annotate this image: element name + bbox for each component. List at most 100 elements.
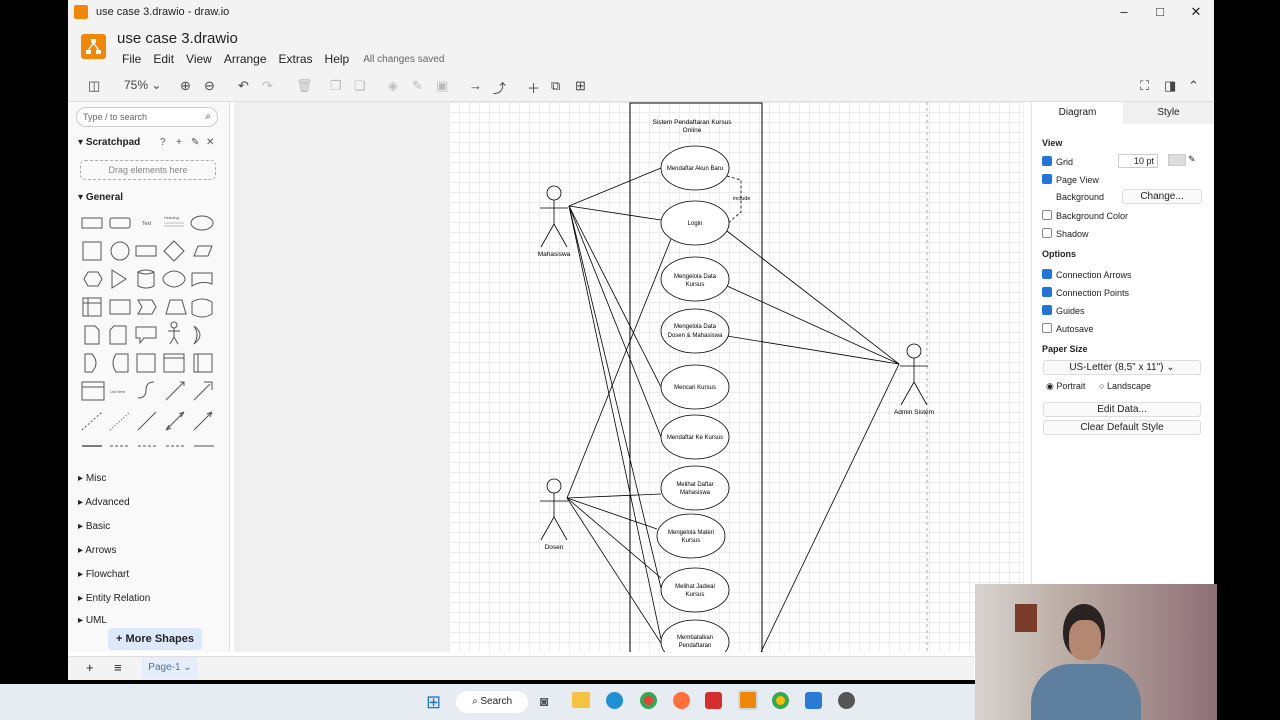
actor-mahasiswa[interactable] [540,185,568,248]
line-color-icon[interactable]: ✎ [412,78,423,94]
scratchpad-drop-zone[interactable]: Drag elements here [80,160,216,180]
firefox-icon[interactable] [673,692,690,709]
page-tab[interactable]: Page-1 ⌄ [142,657,198,679]
usecase-mengelola-data-dosen-mahasiswa[interactable] [660,308,730,354]
edit-data-button[interactable]: Edit Data... [1043,402,1201,417]
tab-diagram[interactable]: Diagram [1032,102,1123,124]
more-shapes-button[interactable]: + More Shapes [108,628,202,650]
menu-edit[interactable]: Edit [153,52,174,66]
collapse-icon[interactable]: ⌃ [1188,78,1199,94]
chrome-icon[interactable] [640,692,657,709]
actor-admin-sistem[interactable] [900,343,928,406]
assoc-dosen-batal[interactable] [566,497,662,644]
connection-arrow-icon[interactable]: → [469,78,482,93]
scratchpad-help-icon[interactable]: ? [160,137,166,148]
insert-icon[interactable]: ＋ [527,78,540,97]
photos-app-icon[interactable] [805,692,822,709]
to-back-icon[interactable]: ❏ [354,78,366,94]
guides-checkbox[interactable]: Guides [1042,305,1085,316]
document-name[interactable]: use case 3.drawio [117,30,238,47]
clear-default-style-button[interactable]: Clear Default Style [1043,420,1201,435]
assoc-dosen-materi[interactable] [566,497,658,530]
maximize-button[interactable]: □ [1142,4,1178,20]
shadow-icon[interactable]: ▣ [436,78,448,94]
zoom-out-icon[interactable]: ⊖ [204,78,215,94]
tab-style[interactable]: Style [1123,102,1214,124]
shadow-checkbox[interactable]: Shadow [1042,228,1089,239]
chrome-profile-icon[interactable] [772,692,789,709]
assoc-mahasiswa-jadwal[interactable] [568,205,662,589]
grid-color-edit-icon[interactable]: ✎ [1188,154,1196,165]
zoom-in-icon[interactable]: ⊕ [180,78,191,94]
assoc-admin-bottom[interactable] [760,363,900,652]
menu-help[interactable]: Help [325,52,350,66]
format-panel-toggle-icon[interactable]: ◫ [88,78,100,94]
grid-size-input[interactable]: 10 pt [1118,154,1158,168]
panel-toggle-icon[interactable]: ◨ [1164,78,1176,94]
pages-menu-icon[interactable]: ≡ [114,660,122,675]
to-front-icon[interactable]: ❐ [330,78,342,94]
delete-icon[interactable]: 🗑 [296,78,313,94]
section-misc[interactable]: ▸ Misc [78,473,106,484]
actor-dosen[interactable] [540,478,568,541]
waypoints-icon[interactable]: ⤴ [493,78,506,97]
assoc-mahasiswa-cari[interactable] [568,205,662,388]
assoc-mahasiswa-daftar[interactable] [568,167,662,207]
add-page-icon[interactable]: + [86,660,94,675]
diagram-page[interactable]: Sistem Pendaftaran Kursus Online include… [449,102,1023,652]
general-header[interactable]: ▾ General [78,192,123,203]
use-case-diagram[interactable]: Sistem Pendaftaran Kursus Online include… [449,102,1023,652]
usecase-mengelola-materi-kursus[interactable] [656,513,726,559]
pdf-app-icon[interactable] [705,692,722,709]
shapes-icon[interactable]: ⧉ [551,78,560,94]
undo-icon[interactable]: ↶ [238,78,249,94]
landscape-radio[interactable]: ○ Landscape [1099,381,1151,391]
scratchpad-edit-icon[interactable]: ✎ [191,137,199,148]
section-basic[interactable]: ▸ Basic [78,521,110,532]
fill-color-icon[interactable]: ◈ [388,78,398,94]
diagram-canvas[interactable]: Sistem Pendaftaran Kursus Online include… [234,102,1024,652]
section-uml[interactable]: ▸ UML [78,615,107,626]
scratchpad-close-icon[interactable]: ✕ [206,137,214,148]
grid-checkbox[interactable]: Grid [1042,156,1073,167]
edge-icon[interactable] [606,692,623,709]
connection-arrows-checkbox[interactable]: Connection Arrows [1042,269,1132,280]
menu-file[interactable]: File [122,52,141,66]
portrait-radio[interactable]: ◉ Portrait [1046,381,1085,392]
autosave-checkbox[interactable]: Autosave [1042,323,1094,334]
camera-app-icon[interactable]: ◙ [540,693,548,709]
scratchpad-header[interactable]: ▾ Scratchpad [78,137,140,148]
usecase-melihat-jadwal-kursus[interactable] [660,567,730,613]
fullscreen-icon[interactable]: ⛶ [1140,78,1149,94]
zoom-select[interactable]: 75% ⌄ [124,78,161,92]
assoc-admin-dosen-mahasiswa[interactable] [726,335,900,365]
menu-extras[interactable]: Extras [279,52,313,66]
search-icon[interactable]: ⌕ [205,108,211,126]
file-explorer-icon[interactable] [572,692,590,708]
windows-start-icon[interactable]: ⊞ [426,692,441,713]
redo-icon[interactable]: ↷ [262,78,273,94]
assoc-mahasiswa-login[interactable] [568,205,662,221]
menu-view[interactable]: View [186,52,212,66]
usecase-melihat-daftar-mahasiswa[interactable] [660,465,730,511]
general-shapes-palette[interactable]: Text Heading List Item [80,212,216,452]
settings-app-icon[interactable] [838,692,855,709]
paper-size-select[interactable]: US-Letter (8,5" x 11") ⌄ [1043,360,1201,375]
scratchpad-add-icon[interactable]: + [176,137,182,148]
section-advanced[interactable]: ▸ Advanced [78,497,130,508]
close-button[interactable]: ✕ [1178,4,1214,20]
section-entity-relation[interactable]: ▸ Entity Relation [78,593,150,604]
minimize-button[interactable]: – [1106,4,1142,20]
grid-color-swatch[interactable] [1168,154,1186,166]
drawio-taskbar-icon[interactable] [738,690,758,710]
assoc-mahasiswa-mendaftar-kursus[interactable] [568,205,662,438]
shape-search-input[interactable]: Type / to search ⌕ [76,107,218,127]
taskbar-search[interactable]: ⌕ Search [456,691,528,713]
page-view-checkbox[interactable]: Page View [1042,174,1099,185]
table-icon[interactable]: ⊞ [575,78,586,94]
section-flowchart[interactable]: ▸ Flowchart [78,569,129,580]
connection-points-checkbox[interactable]: Connection Points [1042,287,1129,298]
assoc-dosen-jadwal[interactable] [566,497,662,579]
change-background-button[interactable]: Change... [1122,189,1202,204]
menu-arrange[interactable]: Arrange [224,52,267,66]
